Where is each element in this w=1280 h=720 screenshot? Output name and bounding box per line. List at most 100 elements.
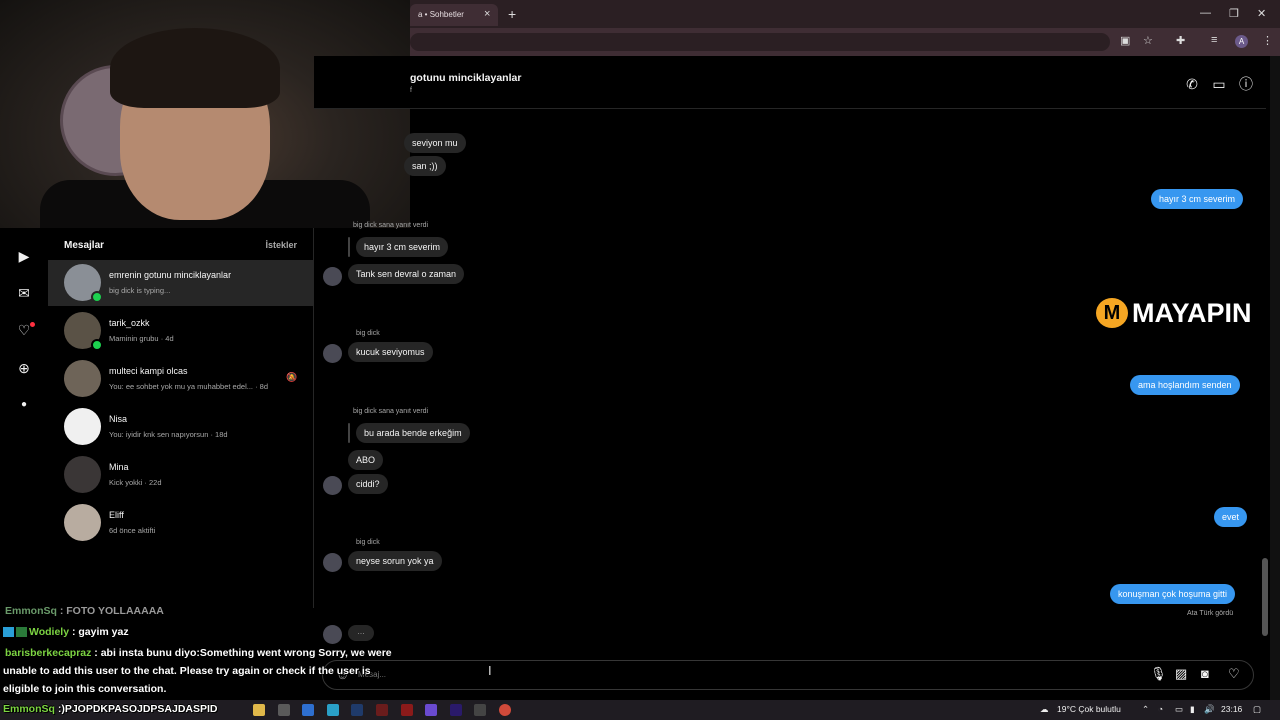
scrollbar-track[interactable] xyxy=(1270,56,1280,706)
quoted-message[interactable]: hayır 3 cm severim xyxy=(356,237,449,257)
like-heart-icon[interactable]: ♡ xyxy=(1228,666,1240,682)
app-icon[interactable] xyxy=(401,704,413,716)
stream-chat-line: Wodiely : gayim yaz xyxy=(3,626,129,638)
conversation-name: emrenin gotunu minciklayanlar xyxy=(109,270,232,280)
notification-dot xyxy=(30,322,35,327)
streamer-hair xyxy=(110,28,280,108)
extensions-icon[interactable]: ✚ xyxy=(1176,34,1185,47)
sender-avatar xyxy=(323,553,342,572)
conversation-item[interactable]: emrenin gotunu minciklayanlar big dick i… xyxy=(48,260,313,306)
media-control-icon[interactable]: ≡ xyxy=(1211,34,1217,46)
close-tab-icon[interactable]: × xyxy=(484,8,490,20)
clock[interactable]: 23:16 xyxy=(1221,704,1242,714)
sender-avatar xyxy=(323,267,342,286)
chat-text: : FOTO YOLLAAAAA xyxy=(56,605,164,617)
conversation-item[interactable]: Mina Kick yokki · 22d xyxy=(48,452,313,498)
stream-chat-line: EmmonSq : FOTO YOLLAAAAA xyxy=(5,605,164,617)
stream-chat-line: barisberkecapraz : abi insta bunu diyo:S… xyxy=(5,647,392,659)
incoming-message[interactable]: Tank sen devral o zaman xyxy=(348,264,465,284)
reels-icon[interactable]: ▶ xyxy=(16,248,32,264)
incoming-message[interactable]: kucuk seviyomus xyxy=(348,342,433,362)
conversation-item[interactable]: Nisa You: iyidir knk sen napıyorsun · 18… xyxy=(48,404,313,450)
chat-title[interactable]: gotunu minciklayanlar xyxy=(410,72,521,84)
outgoing-message[interactable]: hayır 3 cm severim xyxy=(1151,189,1244,209)
microphone-icon[interactable]: 🎙 xyxy=(1150,666,1167,682)
inbox-title: Mesajlar xyxy=(64,240,105,251)
sender-name: big dick xyxy=(356,330,380,337)
outgoing-message[interactable]: evet xyxy=(1214,507,1248,527)
video-icon[interactable]: ▭ xyxy=(1211,76,1227,92)
stream-chat-line: eligible to join this conversation. xyxy=(3,683,167,695)
obs-icon[interactable] xyxy=(474,704,486,716)
network-icon[interactable]: ◔ xyxy=(1158,704,1163,714)
outgoing-message[interactable]: ama hoşlandım senden xyxy=(1130,375,1240,395)
phone-icon[interactable]: ✆ xyxy=(1184,76,1200,92)
volume-icon[interactable]: 🔊 xyxy=(1204,704,1215,715)
conversation-name: Mina xyxy=(109,462,129,472)
chrome-icon[interactable] xyxy=(499,704,511,716)
stream-chat-line: EmmonSq :)PJOPDKPASOJDPSAJDASPID xyxy=(3,703,218,715)
seen-indicator: Ata Türk gördü xyxy=(1187,610,1234,617)
incoming-message[interactable]: seviyon mu xyxy=(404,133,466,153)
outgoing-message[interactable]: konuşman çok hoşuma gitti xyxy=(1110,584,1236,604)
quoted-message[interactable]: bu arada bende erkeğim xyxy=(356,423,470,443)
app-icon[interactable] xyxy=(302,704,314,716)
premiere-icon[interactable] xyxy=(450,704,462,716)
watermark-text: MAYAPIN xyxy=(1132,297,1252,328)
chat-username: EmmonSq xyxy=(3,703,55,715)
app-icon[interactable] xyxy=(278,704,290,716)
reply-meta: big dick sana yanıt verdi xyxy=(353,222,429,229)
inbox-panel: Mesajlar İstekler emrenin gotunu mincikl… xyxy=(48,228,314,608)
incoming-message[interactable]: neyse sorun yok ya xyxy=(348,551,442,571)
tray-app-icon[interactable]: ▭ xyxy=(1175,704,1183,715)
conversation-item[interactable]: tarik_ozkk Maminin grubu · 4d xyxy=(48,308,313,354)
conversation-preview: Kick yokki · 22d xyxy=(109,478,162,487)
image-icon[interactable]: ▨ xyxy=(1175,666,1187,682)
minimize-icon[interactable]: — xyxy=(1200,7,1211,19)
file-explorer-icon[interactable] xyxy=(253,704,265,716)
stream-chat-line: unable to add this user to the chat. Ple… xyxy=(3,665,371,677)
online-indicator xyxy=(91,339,103,351)
mouse-cursor: I xyxy=(488,663,492,678)
tray-chevron-icon[interactable]: ⌃ xyxy=(1142,704,1149,715)
cast-icon[interactable]: ▣ xyxy=(1120,34,1130,47)
new-tab-button[interactable]: + xyxy=(508,6,516,22)
microphone-tray-icon[interactable]: ▮ xyxy=(1190,704,1195,715)
profile-avatar[interactable]: A xyxy=(1235,35,1248,48)
illustrator-icon[interactable] xyxy=(376,704,388,716)
photoshop-icon[interactable] xyxy=(351,704,363,716)
avatar xyxy=(64,456,101,493)
chat-text: : abi insta bunu diyo:Something went wro… xyxy=(91,647,392,659)
stream-watermark: M MAYAPIN xyxy=(1096,296,1252,330)
avatar xyxy=(64,408,101,445)
incoming-message[interactable]: ciddi? xyxy=(348,474,388,494)
create-icon[interactable]: ⊕ xyxy=(16,360,32,376)
address-bar[interactable] xyxy=(410,33,1110,51)
chat-username: EmmonSq xyxy=(5,605,57,617)
conversation-item[interactable]: multeci kampi olcas You: ee sohbet yok m… xyxy=(48,356,313,402)
reply-bar xyxy=(348,237,350,257)
close-window-icon[interactable]: ✕ xyxy=(1257,7,1266,20)
edge-icon[interactable] xyxy=(327,704,339,716)
sticker-icon[interactable]: ◙ xyxy=(1201,666,1209,681)
sender-avatar xyxy=(323,344,342,363)
sender-name: big dick xyxy=(356,539,380,546)
chat-text: :)PJOPDKPASOJDPSAJDASPID xyxy=(54,703,218,715)
weather-icon[interactable]: ☁ xyxy=(1040,704,1049,715)
app-icon[interactable] xyxy=(425,704,437,716)
profile-icon[interactable]: ● xyxy=(16,397,32,413)
conversation-name: Eliff xyxy=(109,510,124,520)
browser-menu-icon[interactable]: ⋮ xyxy=(1262,34,1273,47)
messenger-icon[interactable]: ✉ xyxy=(16,285,32,301)
bookmark-star-icon[interactable]: ☆ xyxy=(1143,34,1153,47)
requests-link[interactable]: İstekler xyxy=(265,240,297,250)
incoming-message[interactable]: ABO xyxy=(348,450,384,470)
restore-icon[interactable]: ❐ xyxy=(1229,7,1239,20)
weather-text[interactable]: 19°C Çok bulutlu xyxy=(1057,704,1121,714)
info-icon[interactable]: ⓘ xyxy=(1238,76,1254,92)
incoming-message[interactable]: san ;)) xyxy=(404,156,446,176)
message-composer[interactable] xyxy=(322,660,1254,690)
notifications-icon[interactable]: ▢ xyxy=(1253,704,1261,715)
scrollbar-thumb[interactable] xyxy=(1262,558,1268,636)
conversation-item[interactable]: Eliff 6d önce aktifti xyxy=(48,500,313,546)
